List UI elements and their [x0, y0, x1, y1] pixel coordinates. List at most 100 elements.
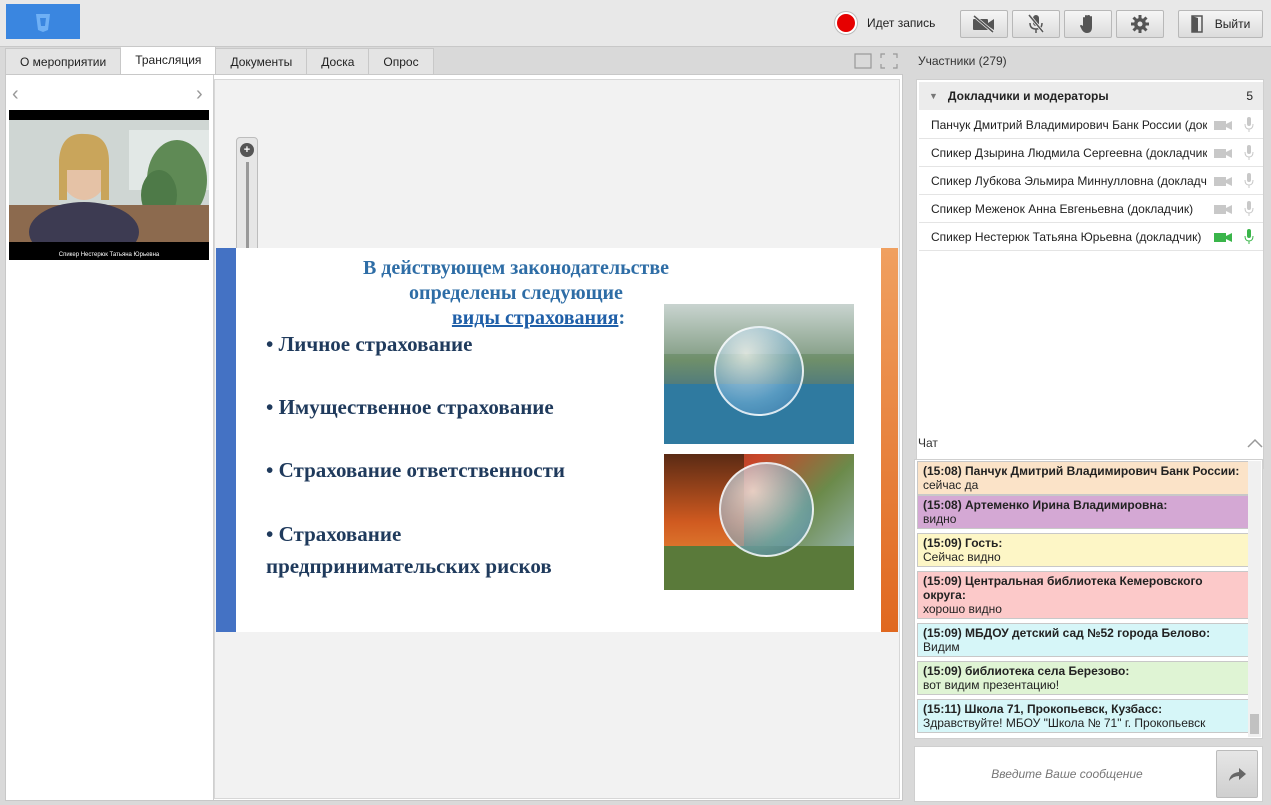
slide-image-fire	[664, 454, 854, 590]
participant-row[interactable]: Спикер Дзырина Людмила Сергеевна (доклад…	[919, 139, 1263, 167]
chat-message-head: (15:09) МБДОУ детский сад №52 города Бел…	[923, 626, 1211, 640]
main-tabs: О мероприятии Трансляция Документы Доска…	[5, 46, 434, 74]
participant-row[interactable]: Панчук Дмитрий Владимирович Банк России …	[919, 111, 1263, 139]
presentation-slide: В действующем законодательстве определен…	[216, 248, 898, 632]
send-arrow-icon	[1229, 768, 1246, 781]
chat-message-head: (15:09) Центральная библиотека Кемеровск…	[923, 574, 1203, 602]
fullscreen-icon[interactable]	[880, 53, 898, 69]
exit-button[interactable]: Выйти	[1178, 10, 1263, 38]
participant-name: Спикер Меженок Анна Евгеньевна (докладчи…	[931, 202, 1194, 216]
slide-bullet-liability: • Страхование ответственности	[266, 458, 566, 482]
chat-message-text: Сейчас видно	[923, 550, 1001, 564]
chat-message: (15:08) Панчук Дмитрий Владимирович Банк…	[917, 461, 1249, 495]
speaker-video[interactable]: Спикер Нестерюк Татьяна Юрьевна	[9, 110, 209, 260]
participants-group-name: Докладчики и модераторы	[947, 89, 1109, 103]
slide-title-line3: виды страхования	[451, 307, 619, 329]
chat-message-text: вот видим презентацию!	[923, 678, 1060, 692]
slide-bullet-personal: • Личное страхование	[266, 332, 473, 356]
window-layout-icon[interactable]	[854, 53, 872, 69]
tab-whiteboard[interactable]: Доска	[307, 48, 370, 74]
chat-message: (15:09) библиотека села Березово: вот ви…	[917, 661, 1249, 695]
hand-icon	[1080, 15, 1092, 33]
chat-message: (15:09) МБДОУ детский сад №52 города Бел…	[917, 623, 1249, 657]
layout-controls	[854, 53, 898, 69]
participant-row[interactable]: Спикер Меженок Анна Евгеньевна (докладчи…	[919, 195, 1263, 223]
recording-indicator: Идет запись	[835, 12, 935, 34]
chat-message-head: (15:11) Школа 71, Прокопьевск, Кузбасс:	[923, 702, 1163, 716]
raise-hand-button[interactable]	[1064, 10, 1112, 38]
next-video-arrow-icon[interactable]: ›	[196, 83, 203, 106]
participant-name: Спикер Дзырина Людмила Сергеевна (доклад…	[931, 146, 1207, 160]
broadcast-panel: ‹ › Спикер Нестерюк Татьяна Юрьевна + В …	[5, 74, 903, 801]
chat-message: (15:09) Центральная библиотека Кемеровск…	[917, 571, 1249, 619]
exit-label: Выйти	[1214, 17, 1251, 31]
chat-scrollbar[interactable]	[1248, 461, 1261, 737]
chat-message-text: Видим	[923, 640, 960, 654]
zoom-in-icon[interactable]: +	[240, 143, 254, 157]
zoom-track[interactable]	[246, 162, 249, 258]
mic-icon	[1244, 201, 1254, 216]
chat-message: (15:11) Школа 71, Прокопьевск, Кузбасс: …	[917, 699, 1249, 733]
chat-message-head: (15:09) Гость:	[923, 536, 1003, 550]
chat-message-text: видно	[923, 512, 957, 526]
settings-button[interactable]	[1116, 10, 1164, 38]
gear-icon	[1131, 15, 1149, 33]
mic-active-icon	[1244, 229, 1254, 244]
chat-messages: (15:08) Панчук Дмитрий Владимирович Банк…	[914, 459, 1263, 739]
mic-icon	[1244, 117, 1254, 132]
participants-list: ▼ Докладчики и модераторы 5 Панчук Дмитр…	[916, 79, 1264, 469]
chat-message-input[interactable]	[917, 749, 1217, 799]
tab-broadcast[interactable]: Трансляция	[121, 46, 217, 74]
prev-video-arrow-icon[interactable]: ‹	[12, 83, 19, 106]
participant-name: Спикер Нестерюк Татьяна Юрьевна (докладч…	[931, 230, 1202, 244]
participant-name: Панчук Дмитрий Владимирович Банк России …	[931, 118, 1207, 132]
microphone-toggle-button[interactable]	[1012, 10, 1060, 38]
camera-active-icon	[1214, 233, 1232, 242]
slide-title-line2: определены следующие	[409, 282, 623, 304]
record-dot-icon	[835, 12, 857, 34]
chat-collapse-chevron-icon[interactable]	[1247, 438, 1263, 448]
mic-icon	[1244, 173, 1254, 188]
speaker-video-frame	[9, 120, 209, 242]
camera-off-icon	[973, 15, 994, 33]
participant-row[interactable]: Спикер Лубкова Эльмира Миннулловна (докл…	[919, 167, 1263, 195]
slide-bullet-business: • Страхование	[266, 522, 402, 546]
chat-scrollbar-thumb[interactable]	[1250, 714, 1259, 734]
mic-off-icon	[1027, 14, 1045, 33]
slide-left-bar	[216, 248, 236, 632]
chat-message-head: (15:09) библиотека села Березово:	[923, 664, 1130, 678]
chat-message: (15:08) Артеменко Ирина Владимировна: ви…	[917, 495, 1249, 529]
presentation-viewer: + − 1 В действующем законодательстве опр…	[214, 79, 900, 799]
right-panel: Участники (279) ▼ Докладчики и модератор…	[910, 48, 1271, 805]
video-caption: Спикер Нестерюк Татьяна Юрьевна	[58, 252, 160, 258]
slide-right-bar	[881, 248, 898, 632]
top-bar: Идет запись Выйти	[0, 0, 1271, 47]
participants-group-count: 5	[1246, 89, 1253, 103]
slide-bullet-business-cont: предпринимательских рисков	[266, 554, 552, 578]
participant-name: Спикер Лубкова Эльмира Миннулловна (докл…	[931, 174, 1207, 188]
camera-icon	[1214, 121, 1232, 130]
camera-toggle-button[interactable]	[960, 10, 1008, 38]
door-exit-icon	[1190, 15, 1203, 33]
chat-message-text: Здравствуйте! МБОУ "Школа № 71" г. Проко…	[923, 716, 1206, 730]
app-logo[interactable]	[6, 4, 80, 39]
slide-title: В действующем законодательстве определен…	[326, 256, 706, 331]
slide-image-flood	[664, 304, 854, 444]
tab-documents[interactable]: Документы	[216, 48, 308, 74]
camera-icon	[1214, 177, 1232, 186]
logo-icon	[36, 13, 50, 32]
send-message-button[interactable]	[1216, 750, 1258, 798]
mic-icon	[1244, 145, 1254, 160]
tab-poll[interactable]: Опрос	[369, 48, 434, 74]
participants-group-header[interactable]: ▼ Докладчики и модераторы 5	[919, 82, 1263, 110]
participant-row-active[interactable]: Спикер Нестерюк Татьяна Юрьевна (докладч…	[919, 223, 1263, 251]
slide-title-line1: В действующем законодательстве	[362, 257, 670, 279]
tab-event-info[interactable]: О мероприятии	[5, 48, 122, 74]
camera-icon	[1214, 205, 1232, 214]
slide-title-suffix: :	[618, 307, 626, 329]
slide-bullet-property: • Имущественное страхование	[266, 395, 554, 419]
chat-message-head: (15:08) Панчук Дмитрий Владимирович Банк…	[923, 464, 1240, 478]
video-column: ‹ › Спикер Нестерюк Татьяна Юрьевна	[6, 75, 214, 800]
collapse-triangle-icon[interactable]: ▼	[929, 91, 938, 101]
chat-label: Чат	[918, 436, 938, 450]
